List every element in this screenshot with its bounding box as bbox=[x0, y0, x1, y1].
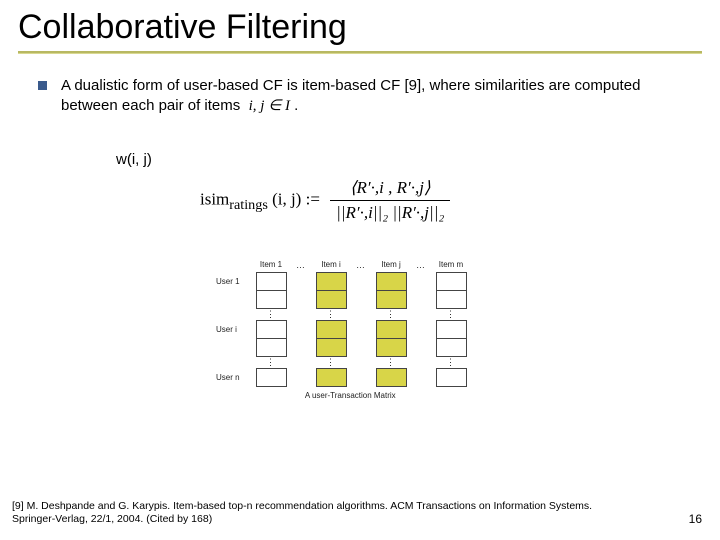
bullet-text: A dualistic form of user-based CF is ite… bbox=[61, 76, 686, 117]
col-label: Item m bbox=[436, 260, 466, 272]
col-label: Item 1 bbox=[256, 260, 286, 272]
table-row bbox=[216, 290, 466, 308]
formula-numerator: ⟨R′·,i , R′·,j⟩ bbox=[330, 178, 450, 201]
formula: isimratings (i, j) := ⟨R′·,i , R′·,j⟩ ||… bbox=[200, 178, 450, 223]
formula-fraction: ⟨R′·,i , R′·,j⟩ ||R′·,i||₂ ||R′·,j||₂ bbox=[330, 178, 450, 223]
transaction-matrix: Item 1 … Item i … Item j … Item m User 1… bbox=[216, 260, 467, 387]
row-label: User 1 bbox=[216, 272, 256, 290]
matrix-figure: Item 1 … Item i … Item j … Item m User 1… bbox=[216, 260, 467, 400]
matrix-caption: A user-Transaction Matrix bbox=[216, 391, 467, 400]
table-row: User 1 bbox=[216, 272, 466, 290]
bullet-marker-icon bbox=[38, 81, 47, 90]
formula-denominator: ||R′·,i||₂ ||R′·,j||₂ bbox=[330, 201, 450, 223]
matrix-header-row: Item 1 … Item i … Item j … Item m bbox=[216, 260, 466, 272]
bullet-emph: item-based CF bbox=[302, 77, 400, 94]
row-label: User i bbox=[216, 320, 256, 338]
matrix-vdots: ⋮⋮⋮⋮ bbox=[216, 308, 466, 320]
slide-title: Collaborative Filtering bbox=[0, 0, 720, 51]
table-row bbox=[216, 338, 466, 356]
bullet-pre: A dualistic form of user-based CF is bbox=[61, 77, 302, 94]
formula-args: (i, j) := bbox=[272, 189, 320, 208]
matrix-vdots: ⋮⋮⋮⋮ bbox=[216, 356, 466, 368]
weight-label: w(i, j) bbox=[116, 151, 720, 168]
row-label: User n bbox=[216, 368, 256, 386]
table-row: User i bbox=[216, 320, 466, 338]
formula-lhs: isim bbox=[200, 189, 229, 208]
bullet-post2: . bbox=[290, 97, 298, 114]
formula-sub: ratings bbox=[229, 197, 268, 213]
reference: [9] M. Deshpande and G. Karypis. Item-ba… bbox=[12, 500, 612, 526]
col-label: Item i bbox=[316, 260, 346, 272]
page-number: 16 bbox=[689, 512, 702, 526]
title-rule bbox=[18, 51, 702, 54]
col-label: Item j bbox=[376, 260, 406, 272]
bullet-ij: i, j ∈ I bbox=[249, 98, 290, 114]
bullet-item: A dualistic form of user-based CF is ite… bbox=[38, 76, 686, 117]
table-row: User n bbox=[216, 368, 466, 386]
